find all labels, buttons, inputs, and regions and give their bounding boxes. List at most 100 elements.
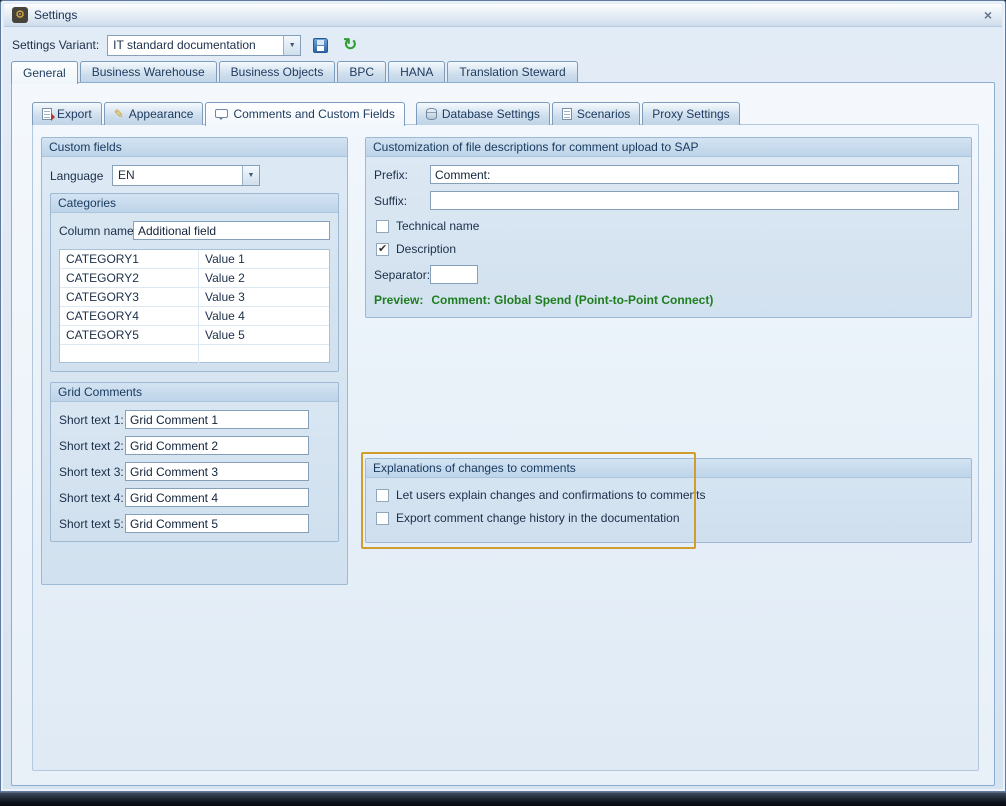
close-icon[interactable]: × — [982, 8, 994, 22]
export-history-label: Export comment change history in the doc… — [396, 511, 680, 525]
prefix-label: Prefix: — [374, 168, 430, 182]
value-cell: Value 4 — [199, 307, 329, 325]
comment-bubble-icon — [215, 109, 228, 118]
desktop-strip — [0, 792, 1006, 806]
tab-label: Business Warehouse — [92, 65, 205, 79]
tab-label: Translation Steward — [459, 65, 565, 79]
subtab-label: Proxy Settings — [652, 107, 729, 121]
value-cell: Value 3 — [199, 288, 329, 306]
separator-input[interactable] — [430, 265, 478, 284]
language-value: EN — [113, 166, 242, 185]
export-icon — [42, 108, 52, 120]
titlebar[interactable]: ⚙ Settings × — [4, 4, 1002, 27]
separator-label: Separator: — [374, 268, 430, 282]
category-cell — [60, 345, 199, 364]
categories-table[interactable]: CATEGORY1 Value 1 CATEGORY2 Value 2 CATE… — [59, 249, 330, 363]
general-tab-page: Export ✎ Appearance Comments and Custom … — [11, 82, 995, 786]
tab-general[interactable]: General — [11, 61, 78, 84]
subtab-appearance[interactable]: ✎ Appearance — [104, 102, 204, 125]
scenarios-list-icon — [562, 108, 572, 120]
top-tab-strip: General Business Warehouse Business Obje… — [11, 61, 580, 83]
value-cell — [199, 345, 329, 364]
window-title: Settings — [34, 8, 77, 22]
group-title: Customization of file descriptions for c… — [366, 138, 971, 157]
group-title: Grid Comments — [51, 383, 338, 402]
short-text-5-label: Short text 5: — [59, 517, 125, 531]
short-text-3-label: Short text 3: — [59, 465, 125, 479]
category-cell: CATEGORY3 — [60, 288, 199, 306]
table-row[interactable]: CATEGORY2 Value 2 — [60, 269, 329, 288]
short-text-1-label: Short text 1: — [59, 413, 125, 427]
preview-value: Comment: Global Spend (Point-to-Point Co… — [431, 293, 713, 307]
technical-name-checkbox[interactable] — [376, 220, 389, 233]
chevron-down-icon[interactable]: ▼ — [242, 166, 259, 185]
save-icon — [313, 38, 328, 53]
database-icon — [426, 108, 437, 120]
comments-custom-fields-panel: Custom fields Language EN ▼ Categories — [32, 124, 979, 771]
group-title: Categories — [51, 194, 338, 213]
description-checkbox[interactable] — [376, 243, 389, 256]
short-text-3-input[interactable] — [125, 462, 309, 481]
table-row[interactable]: CATEGORY3 Value 3 — [60, 288, 329, 307]
column-name-label: Column name: — [59, 224, 133, 238]
save-button[interactable] — [309, 34, 331, 56]
categories-group: Categories Column name: CATEGORY1 Value … — [50, 193, 339, 372]
tab-label: BPC — [349, 65, 374, 79]
subtab-comments-and-custom-fields[interactable]: Comments and Custom Fields — [205, 102, 404, 126]
short-text-5-input[interactable] — [125, 514, 309, 533]
language-combobox[interactable]: EN ▼ — [112, 165, 260, 186]
subtab-label: Export — [57, 107, 92, 121]
sap-customization-group: Customization of file descriptions for c… — [365, 137, 972, 318]
refresh-icon: ↻ — [343, 37, 357, 53]
category-cell: CATEGORY2 — [60, 269, 199, 287]
prefix-input[interactable] — [430, 165, 959, 184]
tab-business-objects[interactable]: Business Objects — [219, 61, 336, 83]
value-cell: Value 5 — [199, 326, 329, 344]
short-text-4-label: Short text 4: — [59, 491, 125, 505]
subtab-export[interactable]: Export — [32, 102, 102, 125]
short-text-1-input[interactable] — [125, 410, 309, 429]
value-cell: Value 2 — [199, 269, 329, 287]
subtab-proxy-settings[interactable]: Proxy Settings — [642, 102, 739, 125]
tab-hana[interactable]: HANA — [388, 61, 445, 83]
appearance-icon: ✎ — [114, 108, 124, 120]
preview-label: Preview: — [374, 293, 423, 307]
suffix-label: Suffix: — [374, 194, 430, 208]
tab-strip-gap — [407, 102, 416, 125]
table-row-empty[interactable] — [60, 345, 329, 364]
explanations-group: Explanations of changes to comments Let … — [365, 458, 972, 543]
custom-fields-group: Custom fields Language EN ▼ Categories — [41, 137, 348, 585]
subtab-label: Database Settings — [442, 107, 540, 121]
explain-changes-checkbox[interactable] — [376, 489, 389, 502]
tab-business-warehouse[interactable]: Business Warehouse — [80, 61, 217, 83]
short-text-4-input[interactable] — [125, 488, 309, 507]
table-row[interactable]: CATEGORY1 Value 1 — [60, 250, 329, 269]
export-history-checkbox[interactable] — [376, 512, 389, 525]
column-name-input[interactable] — [133, 221, 330, 240]
toolbar: Settings Variant: IT standard documentat… — [4, 31, 1002, 59]
chevron-down-icon[interactable]: ▼ — [283, 36, 300, 55]
suffix-input[interactable] — [430, 191, 959, 210]
settings-variant-combobox[interactable]: IT standard documentation ▼ — [107, 35, 301, 56]
subtab-scenarios[interactable]: Scenarios — [552, 102, 640, 125]
subtab-label: Scenarios — [577, 107, 630, 121]
value-cell: Value 1 — [199, 250, 329, 268]
tab-bpc[interactable]: BPC — [337, 61, 386, 83]
table-row[interactable]: CATEGORY4 Value 4 — [60, 307, 329, 326]
tab-label: General — [23, 66, 66, 80]
category-cell: CATEGORY1 — [60, 250, 199, 268]
group-title: Explanations of changes to comments — [366, 459, 971, 478]
language-label: Language — [50, 169, 112, 183]
subtab-database-settings[interactable]: Database Settings — [416, 102, 550, 125]
refresh-button[interactable]: ↻ — [339, 34, 361, 56]
table-row[interactable]: CATEGORY5 Value 5 — [60, 326, 329, 345]
grid-comments-group: Grid Comments Short text 1: Short text 2… — [50, 382, 339, 542]
description-label: Description — [396, 242, 456, 256]
short-text-2-label: Short text 2: — [59, 439, 125, 453]
sub-tab-strip: Export ✎ Appearance Comments and Custom … — [32, 102, 742, 125]
group-title: Custom fields — [42, 138, 347, 157]
tab-translation-steward[interactable]: Translation Steward — [447, 61, 577, 83]
technical-name-label: Technical name — [396, 219, 479, 233]
short-text-2-input[interactable] — [125, 436, 309, 455]
tab-label: HANA — [400, 65, 433, 79]
